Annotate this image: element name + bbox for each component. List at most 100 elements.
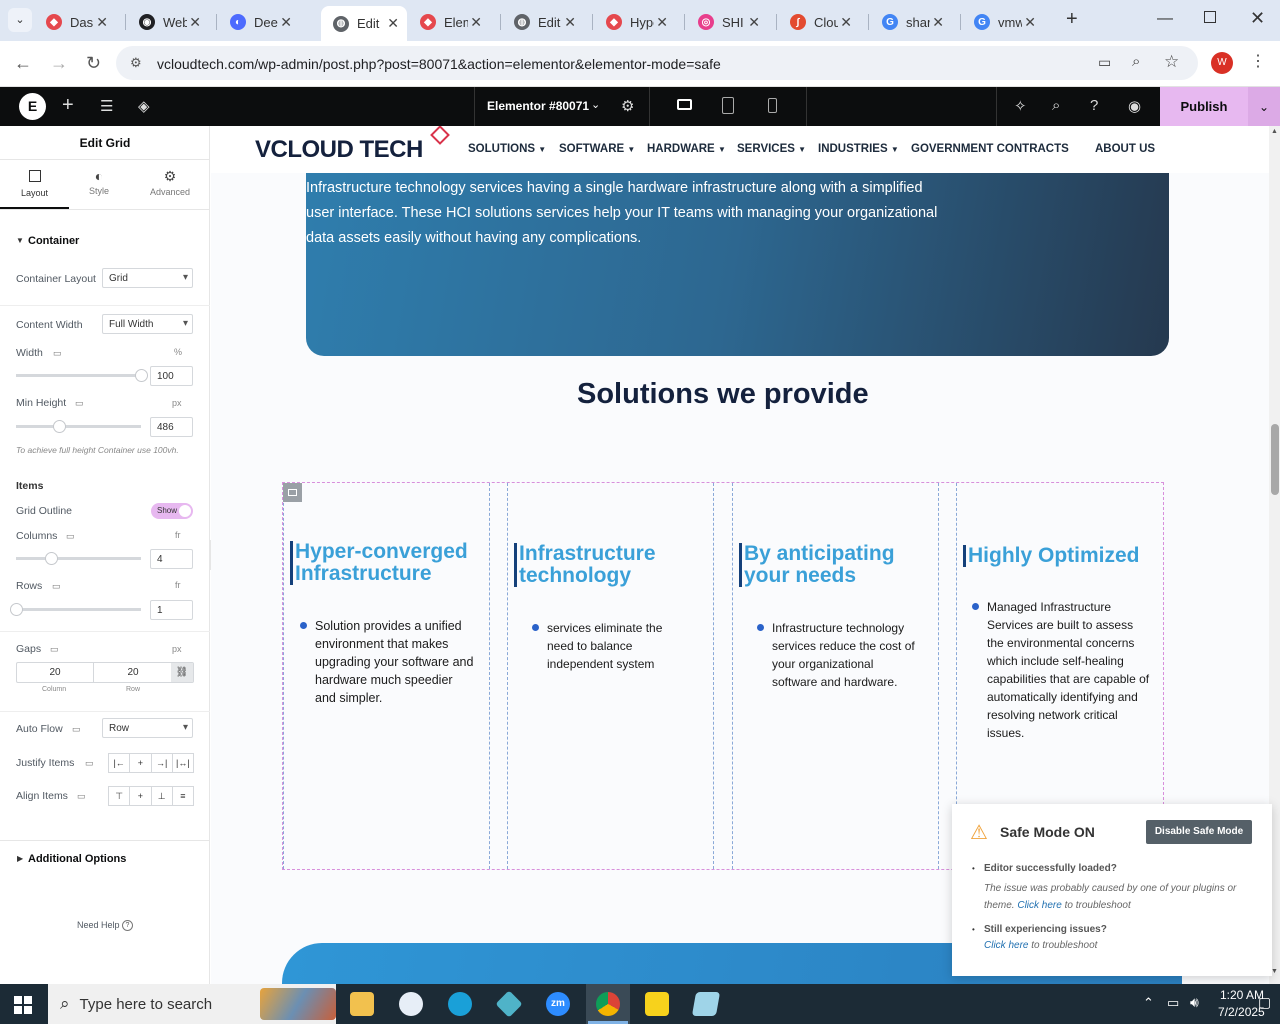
zoom-icon[interactable]: ⌕: [1132, 53, 1140, 70]
browser-tab[interactable]: ◆ Dashboard✕: [34, 8, 116, 36]
desktop-device-icon[interactable]: ▭: [66, 531, 75, 542]
tab-layout[interactable]: Layout: [0, 160, 69, 209]
min-height-unit[interactable]: px: [172, 398, 182, 408]
nav-menu-item[interactable]: GOVERNMENT CONTRACTS: [911, 143, 1069, 155]
url-text[interactable]: vcloudtech.com/wp-admin/post.php?post=80…: [157, 56, 721, 72]
width-slider[interactable]: [16, 374, 141, 377]
preview-eye-icon[interactable]: ◉: [1128, 97, 1141, 115]
elementor-logo-icon[interactable]: E: [19, 93, 46, 120]
browser-tab[interactable]: ◐ DeepSeek✕: [218, 8, 300, 36]
chevron-down-icon[interactable]: ⌄: [591, 98, 600, 111]
columns-unit[interactable]: fr: [175, 530, 181, 540]
network-icon[interactable]: ▭: [1167, 995, 1179, 1011]
zoom-app-icon[interactable]: zm: [546, 992, 570, 1016]
mobile-view-icon[interactable]: [768, 98, 777, 113]
min-height-slider[interactable]: [16, 425, 141, 428]
notepad-icon[interactable]: [691, 992, 721, 1016]
chrome-icon[interactable]: [596, 992, 620, 1016]
browser-tab[interactable]: ∫ Cloud✕: [778, 8, 860, 36]
align-stretch-icon[interactable]: ≡: [173, 787, 193, 805]
tab-close-icon[interactable]: ✕: [932, 14, 944, 31]
desktop-device-icon[interactable]: ▭: [75, 398, 84, 409]
gap-row-input[interactable]: 20: [94, 663, 172, 682]
camera-blocked-icon[interactable]: ▭: [1098, 54, 1111, 71]
volume-icon[interactable]: 🔊︎: [1190, 994, 1199, 1011]
safe-a2-link[interactable]: Click here: [984, 940, 1028, 951]
tab-close-icon[interactable]: ✕: [1024, 14, 1036, 31]
tablet-view-icon[interactable]: [722, 97, 734, 114]
add-element-icon[interactable]: +: [62, 94, 74, 117]
nav-menu-item[interactable]: SERVICES ▼: [737, 143, 806, 155]
justify-start-icon[interactable]: |←: [109, 754, 131, 772]
structure-icon[interactable]: ◈: [138, 97, 150, 115]
nav-menu-item[interactable]: HARDWARE ▼: [647, 143, 726, 155]
desktop-device-icon[interactable]: ▭: [77, 791, 86, 802]
align-top-icon[interactable]: ⊤: [109, 787, 131, 805]
publish-options-chevron-icon[interactable]: ⌄: [1248, 87, 1280, 126]
close-window-icon[interactable]: ✕: [1250, 8, 1265, 29]
scroll-up-arrow-icon[interactable]: ▲: [1271, 128, 1278, 135]
nav-menu-item[interactable]: SOLUTIONS ▼: [468, 143, 546, 155]
grid-column[interactable]: Infrastructure technology services elimin…: [507, 483, 714, 869]
ai-tools-icon[interactable]: ✧: [1014, 97, 1027, 115]
tab-close-icon[interactable]: ✕: [387, 15, 399, 32]
rows-unit[interactable]: fr: [175, 580, 181, 590]
grid-column[interactable]: Hyper-converged Infrastructure Solution p…: [283, 483, 490, 869]
nav-menu-item[interactable]: SOFTWARE ▼: [559, 143, 635, 155]
nav-menu-item[interactable]: INDUSTRIES ▼: [818, 143, 899, 155]
columns-input[interactable]: 4: [150, 549, 193, 569]
site-info-icon[interactable]: ⚙: [130, 55, 142, 71]
tab-close-icon[interactable]: ✕: [189, 14, 201, 31]
profile-avatar[interactable]: W: [1211, 52, 1233, 74]
need-help-link[interactable]: Need Help: [77, 920, 120, 930]
tab-close-icon[interactable]: ✕: [96, 14, 108, 31]
site-logo[interactable]: VCLOUD TECH: [255, 126, 450, 164]
desktop-view-icon[interactable]: [677, 99, 692, 110]
search-icon[interactable]: ⌕: [1052, 97, 1060, 114]
justify-center-icon[interactable]: +: [130, 754, 152, 772]
browser-tab[interactable]: ◉ WebStats✕: [127, 8, 209, 36]
windows-start-icon[interactable]: [14, 996, 32, 1014]
taskbar-search[interactable]: ⌕ Type here to search: [48, 984, 336, 1024]
tab-close-icon[interactable]: ✕: [470, 14, 482, 31]
app-diamond-icon[interactable]: [495, 990, 523, 1018]
width-slider-knob[interactable]: [135, 369, 148, 382]
scrollbar-thumb[interactable]: [1271, 424, 1279, 495]
rows-slider[interactable]: [16, 608, 141, 611]
columns-slider-knob[interactable]: [45, 552, 58, 565]
tab-close-icon[interactable]: ✕: [656, 14, 668, 31]
justify-stretch-icon[interactable]: |↔|: [173, 754, 193, 772]
omnibox[interactable]: ⚙ vcloudtech.com/wp-admin/post.php?post=…: [116, 46, 1198, 80]
container-handle-icon[interactable]: [283, 483, 302, 502]
desktop-device-icon[interactable]: ▭: [72, 724, 81, 735]
browser-tab[interactable]: ◍ Edit ✕: [321, 6, 407, 41]
grid-column[interactable]: By anticipating your needs Infrastructure…: [732, 483, 939, 869]
column-heading[interactable]: Infrastructure technology: [514, 543, 710, 587]
desktop-device-icon[interactable]: ▭: [52, 581, 61, 592]
new-tab-icon[interactable]: +: [1066, 8, 1078, 31]
desktop-device-icon[interactable]: ▭: [50, 644, 59, 655]
rows-slider-knob[interactable]: [10, 603, 23, 616]
sticky-notes-icon[interactable]: [645, 992, 669, 1016]
tab-advanced[interactable]: ⚙ Advanced: [135, 160, 205, 209]
browser-tab[interactable]: ◆ Elementor✕: [408, 8, 490, 36]
width-unit[interactable]: %: [174, 347, 182, 357]
browser-tab[interactable]: Gvmware✕: [962, 8, 1044, 36]
gap-column-input[interactable]: 20: [17, 663, 94, 682]
section-caret-icon[interactable]: ▼: [16, 236, 24, 245]
content-width-select[interactable]: Full Width: [102, 314, 193, 334]
browser-tab[interactable]: ◍ Edit ✕: [502, 8, 584, 36]
column-text[interactable]: Solution provides a unified environment …: [315, 617, 475, 707]
additional-options-title[interactable]: Additional Options: [28, 853, 126, 865]
tab-close-icon[interactable]: ✕: [840, 14, 852, 31]
column-heading[interactable]: By anticipating your needs: [739, 543, 935, 587]
column-heading[interactable]: Highly Optimized: [963, 545, 1159, 567]
publish-button[interactable]: Publish: [1160, 87, 1248, 126]
browser-tab[interactable]: ◆ Hyper✕: [594, 8, 676, 36]
min-height-slider-knob[interactable]: [52, 420, 66, 433]
help-icon[interactable]: ?: [1090, 97, 1098, 114]
back-icon[interactable]: ←: [14, 53, 32, 74]
tab-search-button[interactable]: ⌄: [8, 8, 32, 32]
scroll-down-arrow-icon[interactable]: ▼: [1271, 968, 1278, 975]
snipping-tool-icon[interactable]: [399, 992, 423, 1016]
